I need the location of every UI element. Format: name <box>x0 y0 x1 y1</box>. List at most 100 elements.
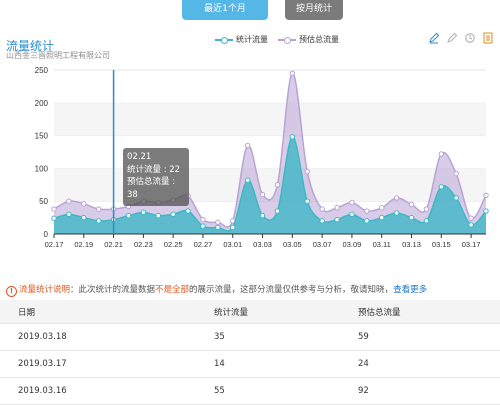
traffic-notice: ! 流量统计说明：此次统计的流量数据不是全部的展示流量，这部分流量仅供参考与分析，… <box>6 283 427 297</box>
data-point <box>66 198 72 204</box>
data-point <box>468 215 474 221</box>
cell-total: 59 <box>340 323 500 351</box>
data-point <box>200 223 206 229</box>
data-point <box>81 201 87 207</box>
data-point <box>155 212 161 219</box>
x-tick-label: 02.17 <box>45 240 64 249</box>
data-point <box>81 214 87 221</box>
y-tick-label: 150 <box>35 132 49 141</box>
x-tick-label: 03.09 <box>343 240 362 249</box>
data-point <box>304 168 310 175</box>
data-point <box>95 218 102 224</box>
data-point <box>438 184 445 190</box>
data-point <box>304 198 310 204</box>
data-point <box>423 206 430 212</box>
data-point <box>215 224 221 231</box>
data-point <box>483 192 489 198</box>
x-tick-label: 03.07 <box>313 240 332 249</box>
see-more-link[interactable]: 查看更多 <box>393 285 427 295</box>
notice-text-2: 的展示流量，这部分流量仅供参考与分析，敬请知晓， <box>189 285 394 295</box>
cell-date: 2019.03.18 <box>0 323 196 351</box>
data-point <box>364 218 370 224</box>
data-point <box>408 214 415 221</box>
tab-recent-month[interactable]: 最近1个月 <box>182 0 268 20</box>
traffic-chart: 流量统计 山西金三晋照明工程有限公司 统计流量 预估总流量 050 100 15… <box>0 28 500 252</box>
chart-tooltip: 02.21 统计流量 : 22 预估总流量 : 38 <box>123 148 189 206</box>
y-tick-label: 50 <box>39 197 48 206</box>
cell-date: 2019.03.16 <box>0 377 196 405</box>
data-point <box>319 206 325 212</box>
data-point <box>200 216 206 223</box>
cell-date: 2019.03.17 <box>0 350 196 378</box>
data-point <box>468 222 474 228</box>
tooltip-date: 02.21 <box>127 152 152 162</box>
data-point <box>379 205 385 211</box>
y-tick-label: 250 <box>35 66 49 75</box>
column-header-total: 预估总流量 <box>340 300 500 324</box>
cell-total: 24 <box>340 350 500 378</box>
data-point <box>140 209 147 216</box>
data-point <box>95 206 102 212</box>
cell-stat: 35 <box>196 323 340 351</box>
data-point <box>319 218 325 224</box>
data-point <box>483 208 489 214</box>
x-tick-label: 03.05 <box>283 240 302 249</box>
x-tick-label: 02.19 <box>74 240 93 249</box>
data-point <box>259 212 266 219</box>
grid-band <box>54 168 486 202</box>
data-point <box>125 212 132 219</box>
cell-total: 92 <box>340 377 500 405</box>
data-point <box>349 199 355 206</box>
data-point <box>230 224 236 231</box>
data-point <box>423 218 430 224</box>
data-point <box>393 210 400 216</box>
data-point <box>334 216 340 223</box>
data-point <box>66 211 72 218</box>
data-point <box>170 211 176 218</box>
column-header-stat: 统计流量 <box>196 300 340 324</box>
grid-band <box>54 135 486 169</box>
warning-icon: ! <box>6 286 17 297</box>
data-point <box>408 201 415 208</box>
data-point <box>274 182 281 188</box>
x-tick-label: 03.03 <box>253 240 272 249</box>
data-point <box>438 151 445 157</box>
data-point <box>51 215 57 221</box>
y-tick-label: 200 <box>35 99 49 108</box>
data-point <box>274 208 281 214</box>
data-point <box>289 70 296 76</box>
data-point <box>379 214 385 221</box>
data-point <box>215 219 221 225</box>
data-point <box>185 208 191 214</box>
grid-band <box>54 102 486 136</box>
table-row: 2019.03.18 35 59 <box>0 323 500 351</box>
y-tick-label: 100 <box>35 164 49 173</box>
grid-band <box>54 70 486 103</box>
data-point <box>364 208 370 214</box>
table-header-row: 日期 统计流量 预估总流量 <box>0 300 500 324</box>
data-point <box>51 206 57 212</box>
cell-stat: 55 <box>196 377 340 405</box>
data-point <box>289 134 296 140</box>
x-tick-label: 02.25 <box>164 240 183 249</box>
top-tabs: 最近1个月 按月统计 <box>0 0 500 22</box>
x-tick-label: 02.23 <box>134 240 153 249</box>
table-row: 2019.03.16 55 92 <box>0 377 500 405</box>
column-header-date: 日期 <box>0 300 196 324</box>
chart-plot-area[interactable]: 0 50 100 150 200 250 02.17 02.19 02.21 02.23 02.25… <box>0 28 500 252</box>
tooltip-total: 预估总流量 : 38 <box>127 177 176 200</box>
data-point <box>453 195 459 201</box>
data-point <box>259 191 266 198</box>
data-point <box>334 205 340 211</box>
x-tick-label: 03.17 <box>462 240 481 249</box>
table-row: 2019.03.17 14 24 <box>0 350 500 378</box>
tab-monthly-stats[interactable]: 按月统计 <box>285 0 343 20</box>
tooltip-stat: 统计流量 : 22 <box>127 164 181 175</box>
x-tick-label: 02.21 <box>104 240 123 249</box>
x-tick-label: 03.01 <box>223 240 242 249</box>
x-tick-label: 02.27 <box>194 240 213 249</box>
y-tick-label: 0 <box>44 230 49 239</box>
data-point <box>349 211 355 218</box>
notice-label: 流量统计说明 <box>19 285 71 295</box>
x-tick-label: 03.13 <box>402 240 421 249</box>
